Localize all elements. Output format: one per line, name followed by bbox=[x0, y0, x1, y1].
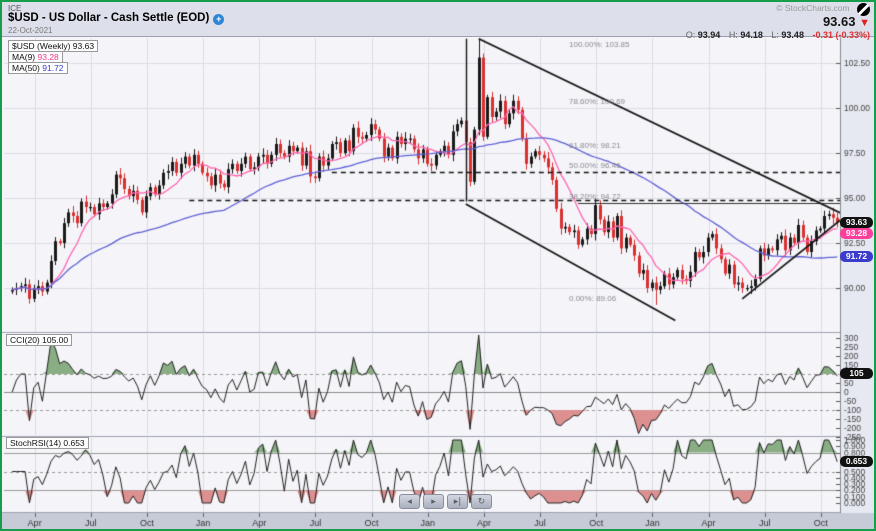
high-label: H: bbox=[729, 30, 738, 40]
chart-canvas[interactable] bbox=[2, 2, 876, 531]
chart-date: 22-Oct-2021 bbox=[8, 26, 52, 35]
chart-title: $USD - US Dollar - Cash Settle (EOD) bbox=[8, 12, 209, 24]
chart-header: ICE $USD - US Dollar - Cash Settle (EOD)… bbox=[2, 2, 874, 37]
chart-title-row: $USD - US Dollar - Cash Settle (EOD) + bbox=[8, 12, 224, 25]
last-price-box: 93.63 bbox=[840, 217, 873, 228]
open-label: O: bbox=[686, 30, 696, 40]
stockcharts-window: ICE $USD - US Dollar - Cash Settle (EOD)… bbox=[0, 0, 876, 531]
legend-cci: CCI(20) 105.00 bbox=[6, 334, 72, 346]
legend-ma9-value: 93.28 bbox=[38, 52, 59, 62]
ohlc-row: O: 93.94 H: 94.18 L: 93.48 -0.31 (-0.33%… bbox=[686, 30, 870, 41]
pan-right-button[interactable]: ▸ bbox=[423, 494, 444, 509]
open-value: 93.94 bbox=[698, 30, 721, 40]
low-label: L: bbox=[771, 30, 779, 40]
header-quote-block: © StockCharts.com 93.63 ▼ O: 93.94 H: 94… bbox=[686, 3, 870, 41]
high-value: 94.18 bbox=[740, 30, 763, 40]
last-price: 93.63 bbox=[823, 14, 856, 29]
ma9-value-box: 93.28 bbox=[840, 228, 873, 239]
stochrsi-value-box: 0.653 bbox=[840, 456, 873, 467]
ma50-value-box: 91.72 bbox=[840, 251, 873, 262]
copyright-label: © StockCharts.com bbox=[776, 3, 849, 13]
legend-stochrsi: StochRSI(14) 0.653 bbox=[6, 437, 89, 449]
low-value: 93.48 bbox=[781, 30, 804, 40]
legend-ma50: MA(50) 91.72 bbox=[8, 62, 68, 74]
price-down-icon: ▼ bbox=[859, 17, 870, 29]
jump-latest-button[interactable]: ▸| bbox=[447, 494, 468, 509]
chart-nav-toolbar: ◂ ▸ ▸| ↻ bbox=[399, 494, 492, 509]
legend-ma50-value: 91.72 bbox=[42, 63, 63, 73]
pan-left-button[interactable]: ◂ bbox=[399, 494, 420, 509]
reset-view-button[interactable]: ↻ bbox=[471, 494, 492, 509]
change-value: -0.31 (-0.33%) bbox=[812, 30, 870, 40]
cci-value-box: 105 bbox=[840, 368, 873, 379]
annotation-add-icon[interactable]: + bbox=[213, 14, 224, 25]
